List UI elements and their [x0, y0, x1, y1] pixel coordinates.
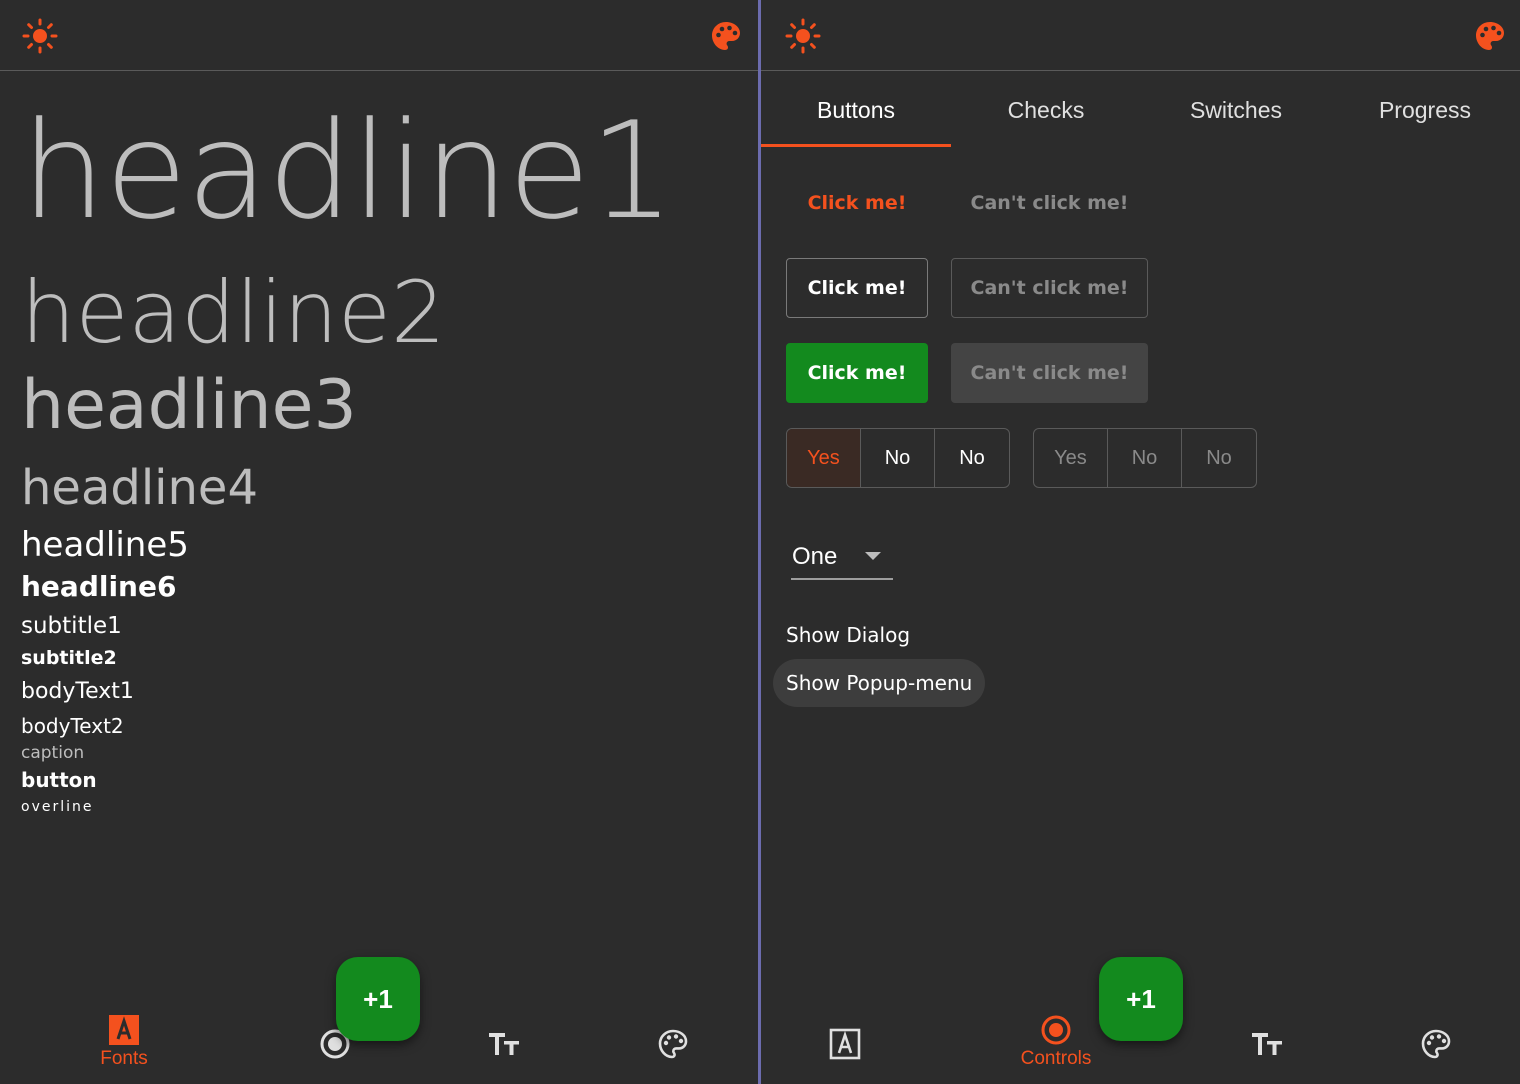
toggle-no[interactable]: No [935, 429, 1009, 487]
nav-item-fonts[interactable]: Fonts [64, 1014, 184, 1078]
tab-progress[interactable]: Progress [1330, 72, 1520, 148]
headline3-text: headline3 [21, 366, 357, 445]
palette-icon [1421, 1029, 1451, 1059]
dropdown-value: One [792, 543, 838, 570]
tab-checks[interactable]: Checks [951, 72, 1141, 148]
nav-item-palette[interactable] [613, 1028, 733, 1084]
headline6-text: headline6 [21, 570, 177, 603]
palette-icon[interactable] [1472, 18, 1508, 54]
nav-item-controls[interactable]: Controls [996, 1014, 1116, 1078]
elevated-button[interactable]: Click me! [786, 343, 928, 403]
palette-icon [658, 1029, 688, 1059]
font-icon [109, 1015, 139, 1045]
headline1-text: headline1 [21, 93, 675, 249]
increment-fab[interactable]: +1 [336, 957, 420, 1041]
nav-label-fonts: Fonts [100, 1048, 148, 1069]
nav-label-controls: Controls [1020, 1048, 1092, 1069]
fonts-pane: headline1 headline2 headline3 headline4 … [0, 0, 758, 1084]
dropdown-arrow-icon [865, 552, 881, 560]
subtitle2-text: subtitle2 [21, 647, 117, 669]
toggle-button-group: Yes No No [786, 428, 1010, 488]
font-icon [829, 1028, 861, 1060]
dropdown-select[interactable]: One [791, 536, 893, 580]
toggle-yes-disabled: Yes [1034, 429, 1108, 487]
radio-button-icon [1041, 1015, 1071, 1045]
bodytext2-text: bodyText2 [21, 714, 124, 738]
elevated-button-disabled: Can't click me! [951, 343, 1148, 403]
nav-item-palette[interactable] [1376, 1028, 1496, 1084]
headline4-text: headline4 [21, 460, 258, 516]
headline2-text: headline2 [21, 263, 446, 363]
button-text: button [21, 768, 97, 792]
text-size-icon [489, 1033, 519, 1055]
app-bar [0, 0, 758, 71]
subtitle1-text: subtitle1 [21, 613, 122, 639]
tab-bar: Buttons Checks Switches Progress [761, 72, 1520, 148]
outlined-button[interactable]: Click me! [786, 258, 928, 318]
outlined-button-disabled: Can't click me! [951, 258, 1148, 318]
overline-text: overline [21, 799, 94, 815]
toggle-no-disabled: No [1206, 446, 1232, 469]
headline5-text: headline5 [21, 525, 189, 565]
toggle-yes[interactable]: Yes [787, 429, 861, 487]
brightness-icon[interactable] [785, 18, 821, 54]
toggle-button-group-disabled: Yes No No [1033, 428, 1257, 488]
nav-item-text-size[interactable] [444, 1028, 564, 1084]
show-popup-menu-button[interactable]: Show Popup-menu [773, 659, 986, 707]
text-button-disabled: Can't click me! [970, 192, 1129, 214]
tab-switches[interactable]: Switches [1141, 72, 1331, 148]
nav-item-fonts[interactable] [785, 1028, 905, 1084]
nav-item-text-size[interactable] [1207, 1028, 1327, 1084]
bodytext1-text: bodyText1 [21, 679, 134, 704]
caption-text: caption [21, 743, 85, 763]
controls-pane: Buttons Checks Switches Progress Click m… [761, 0, 1520, 1084]
show-dialog-button[interactable]: Show Dialog [773, 611, 923, 659]
toggle-no[interactable]: No [861, 429, 935, 487]
brightness-icon[interactable] [22, 18, 58, 54]
toggle-no-disabled: No [1108, 429, 1182, 487]
text-button[interactable]: Click me! [786, 173, 928, 233]
app-bar [761, 0, 1520, 71]
tab-buttons[interactable]: Buttons [761, 72, 951, 148]
increment-fab[interactable]: +1 [1099, 957, 1183, 1041]
text-size-icon [1252, 1033, 1282, 1055]
tab-indicator [761, 144, 951, 147]
palette-icon[interactable] [708, 18, 744, 54]
